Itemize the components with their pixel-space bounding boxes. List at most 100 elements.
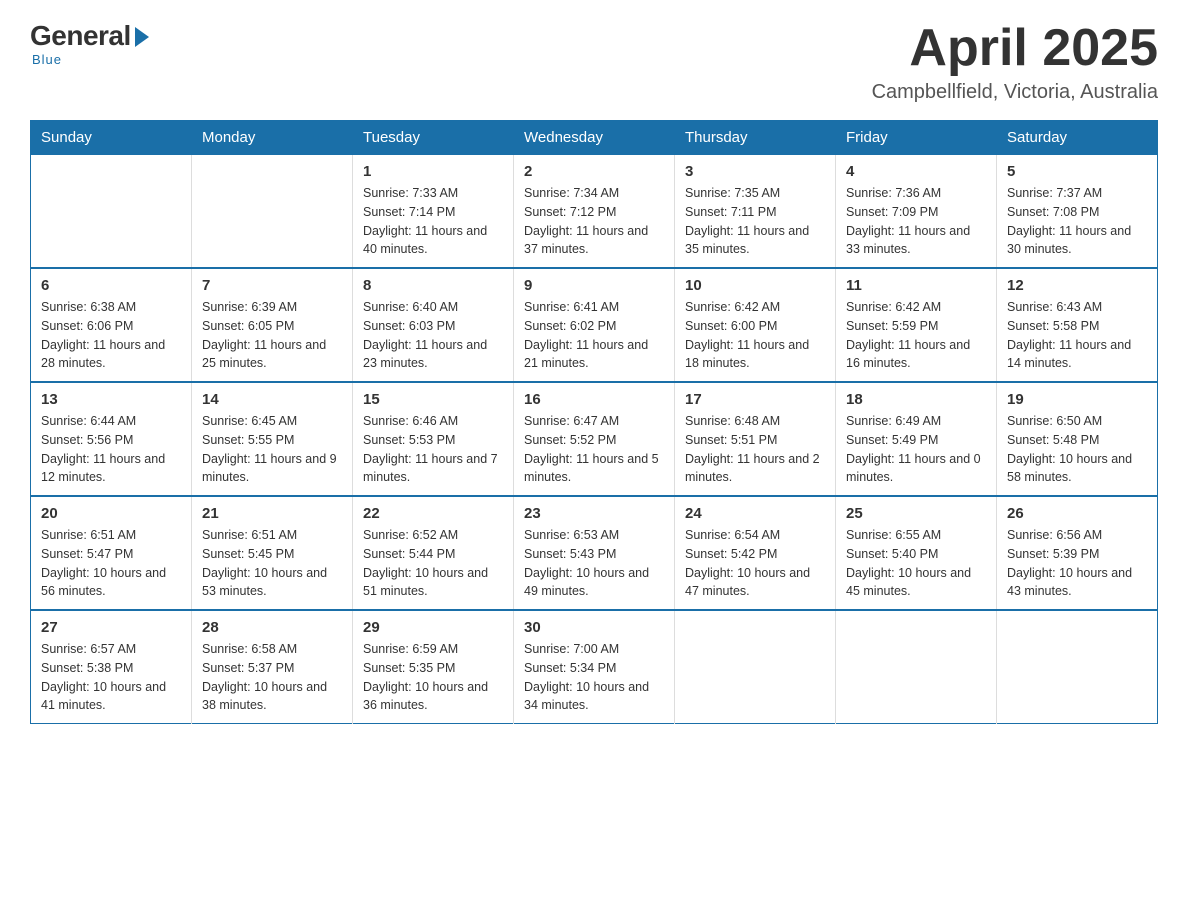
calendar-week-1: 6 Sunrise: 6:38 AMSunset: 6:06 PMDaylight… <box>31 268 1158 382</box>
calendar-cell: 18 Sunrise: 6:49 AMSunset: 5:49 PMDayligh… <box>836 382 997 496</box>
day-number: 4 <box>846 163 986 180</box>
calendar-cell: 20Sunrise: 6:51 AMSunset: 5:47 PMDayligh… <box>31 496 192 610</box>
day-number: 26 <box>1007 505 1147 522</box>
day-number: 25 <box>846 505 986 522</box>
day-number: 6 <box>41 277 181 294</box>
day-info: Sunrise: 6:48 AMSunset: 5:51 PMDaylight:… <box>685 412 825 487</box>
page-subtitle: Campbellfield, Victoria, Australia <box>872 81 1158 104</box>
day-info: Sunrise: 6:44 AMSunset: 5:56 PMDaylight:… <box>41 412 181 487</box>
day-info: Sunrise: 7:00 AMSunset: 5:34 PMDaylight:… <box>524 640 664 715</box>
day-info: Sunrise: 6:51 AMSunset: 5:45 PMDaylight:… <box>202 526 342 601</box>
day-number: 16 <box>524 391 664 408</box>
day-number: 20 <box>41 505 181 522</box>
day-number: 7 <box>202 277 342 294</box>
calendar-cell: 17 Sunrise: 6:48 AMSunset: 5:51 PMDayligh… <box>675 382 836 496</box>
day-number: 30 <box>524 619 664 636</box>
weekday-header-friday: Friday <box>836 121 997 155</box>
logo: General Blue <box>30 20 149 67</box>
calendar-week-4: 27Sunrise: 6:57 AMSunset: 5:38 PMDayligh… <box>31 610 1158 724</box>
day-info: Sunrise: 7:34 AMSunset: 7:12 PMDaylight:… <box>524 184 664 259</box>
calendar-cell: 24 Sunrise: 6:54 AMSunset: 5:42 PMDayligh… <box>675 496 836 610</box>
calendar-cell: 8Sunrise: 6:40 AMSunset: 6:03 PMDaylight… <box>353 268 514 382</box>
day-info: Sunrise: 6:42 AMSunset: 5:59 PMDaylight:… <box>846 298 986 373</box>
logo-blue-text: Blue <box>32 52 62 67</box>
calendar-cell: 6 Sunrise: 6:38 AMSunset: 6:06 PMDaylight… <box>31 268 192 382</box>
day-info: Sunrise: 6:42 AMSunset: 6:00 PMDaylight:… <box>685 298 825 373</box>
weekday-header-saturday: Saturday <box>997 121 1158 155</box>
calendar-cell: 11 Sunrise: 6:42 AMSunset: 5:59 PMDayligh… <box>836 268 997 382</box>
day-number: 5 <box>1007 163 1147 180</box>
day-number: 19 <box>1007 391 1147 408</box>
day-number: 22 <box>363 505 503 522</box>
day-number: 12 <box>1007 277 1147 294</box>
day-info: Sunrise: 6:58 AMSunset: 5:37 PMDaylight:… <box>202 640 342 715</box>
calendar-cell: 3 Sunrise: 7:35 AMSunset: 7:11 PMDaylight… <box>675 155 836 269</box>
calendar-cell: 30 Sunrise: 7:00 AMSunset: 5:34 PMDayligh… <box>514 610 675 724</box>
calendar-cell: 5 Sunrise: 7:37 AMSunset: 7:08 PMDaylight… <box>997 155 1158 269</box>
day-info: Sunrise: 6:54 AMSunset: 5:42 PMDaylight:… <box>685 526 825 601</box>
calendar-cell: 4Sunrise: 7:36 AMSunset: 7:09 PMDaylight… <box>836 155 997 269</box>
logo-arrow-icon <box>135 27 149 47</box>
day-info: Sunrise: 6:55 AMSunset: 5:40 PMDaylight:… <box>846 526 986 601</box>
calendar-cell: 15 Sunrise: 6:46 AMSunset: 5:53 PMDayligh… <box>353 382 514 496</box>
calendar-cell: 22 Sunrise: 6:52 AMSunset: 5:44 PMDayligh… <box>353 496 514 610</box>
calendar-header: SundayMondayTuesdayWednesdayThursdayFrid… <box>31 121 1158 155</box>
day-info: Sunrise: 7:33 AMSunset: 7:14 PMDaylight:… <box>363 184 503 259</box>
calendar-cell <box>675 610 836 724</box>
day-number: 9 <box>524 277 664 294</box>
day-number: 2 <box>524 163 664 180</box>
day-info: Sunrise: 6:38 AMSunset: 6:06 PMDaylight:… <box>41 298 181 373</box>
day-number: 11 <box>846 277 986 294</box>
calendar-week-0: 1 Sunrise: 7:33 AMSunset: 7:14 PMDaylight… <box>31 155 1158 269</box>
calendar-week-3: 20Sunrise: 6:51 AMSunset: 5:47 PMDayligh… <box>31 496 1158 610</box>
weekday-header-wednesday: Wednesday <box>514 121 675 155</box>
calendar-cell <box>192 155 353 269</box>
calendar-cell: 10 Sunrise: 6:42 AMSunset: 6:00 PMDayligh… <box>675 268 836 382</box>
title-section: April 2025 Campbellfield, Victoria, Aust… <box>872 20 1158 104</box>
calendar-cell: 9 Sunrise: 6:41 AMSunset: 6:02 PMDaylight… <box>514 268 675 382</box>
calendar-cell <box>836 610 997 724</box>
calendar-table: SundayMondayTuesdayWednesdayThursdayFrid… <box>30 120 1158 724</box>
calendar-cell: 12 Sunrise: 6:43 AMSunset: 5:58 PMDayligh… <box>997 268 1158 382</box>
weekday-header-tuesday: Tuesday <box>353 121 514 155</box>
weekday-header-thursday: Thursday <box>675 121 836 155</box>
day-number: 14 <box>202 391 342 408</box>
calendar-cell: 29 Sunrise: 6:59 AMSunset: 5:35 PMDayligh… <box>353 610 514 724</box>
day-info: Sunrise: 6:41 AMSunset: 6:02 PMDaylight:… <box>524 298 664 373</box>
day-number: 18 <box>846 391 986 408</box>
day-info: Sunrise: 6:56 AMSunset: 5:39 PMDaylight:… <box>1007 526 1147 601</box>
day-info: Sunrise: 6:45 AMSunset: 5:55 PMDaylight:… <box>202 412 342 487</box>
calendar-cell: 14 Sunrise: 6:45 AMSunset: 5:55 PMDayligh… <box>192 382 353 496</box>
calendar-body: 1 Sunrise: 7:33 AMSunset: 7:14 PMDaylight… <box>31 155 1158 724</box>
logo-top: General <box>30 20 149 52</box>
day-info: Sunrise: 6:43 AMSunset: 5:58 PMDaylight:… <box>1007 298 1147 373</box>
calendar-cell: 13Sunrise: 6:44 AMSunset: 5:56 PMDayligh… <box>31 382 192 496</box>
calendar-cell <box>997 610 1158 724</box>
day-number: 27 <box>41 619 181 636</box>
calendar-cell: 2 Sunrise: 7:34 AMSunset: 7:12 PMDaylight… <box>514 155 675 269</box>
day-number: 1 <box>363 163 503 180</box>
weekday-header-sunday: Sunday <box>31 121 192 155</box>
day-info: Sunrise: 6:59 AMSunset: 5:35 PMDaylight:… <box>363 640 503 715</box>
page-title: April 2025 <box>872 20 1158 77</box>
day-info: Sunrise: 6:46 AMSunset: 5:53 PMDaylight:… <box>363 412 503 487</box>
calendar-cell: 27Sunrise: 6:57 AMSunset: 5:38 PMDayligh… <box>31 610 192 724</box>
calendar-cell: 28Sunrise: 6:58 AMSunset: 5:37 PMDayligh… <box>192 610 353 724</box>
day-info: Sunrise: 6:49 AMSunset: 5:49 PMDaylight:… <box>846 412 986 487</box>
calendar-cell: 7Sunrise: 6:39 AMSunset: 6:05 PMDaylight… <box>192 268 353 382</box>
day-info: Sunrise: 6:50 AMSunset: 5:48 PMDaylight:… <box>1007 412 1147 487</box>
day-number: 17 <box>685 391 825 408</box>
day-number: 3 <box>685 163 825 180</box>
weekday-header-monday: Monday <box>192 121 353 155</box>
calendar-cell: 1 Sunrise: 7:33 AMSunset: 7:14 PMDaylight… <box>353 155 514 269</box>
day-number: 24 <box>685 505 825 522</box>
calendar-cell: 26 Sunrise: 6:56 AMSunset: 5:39 PMDayligh… <box>997 496 1158 610</box>
day-number: 10 <box>685 277 825 294</box>
day-info: Sunrise: 6:40 AMSunset: 6:03 PMDaylight:… <box>363 298 503 373</box>
day-number: 15 <box>363 391 503 408</box>
day-info: Sunrise: 7:35 AMSunset: 7:11 PMDaylight:… <box>685 184 825 259</box>
logo-general-text: General <box>30 20 131 52</box>
day-info: Sunrise: 7:37 AMSunset: 7:08 PMDaylight:… <box>1007 184 1147 259</box>
day-info: Sunrise: 6:52 AMSunset: 5:44 PMDaylight:… <box>363 526 503 601</box>
day-number: 29 <box>363 619 503 636</box>
